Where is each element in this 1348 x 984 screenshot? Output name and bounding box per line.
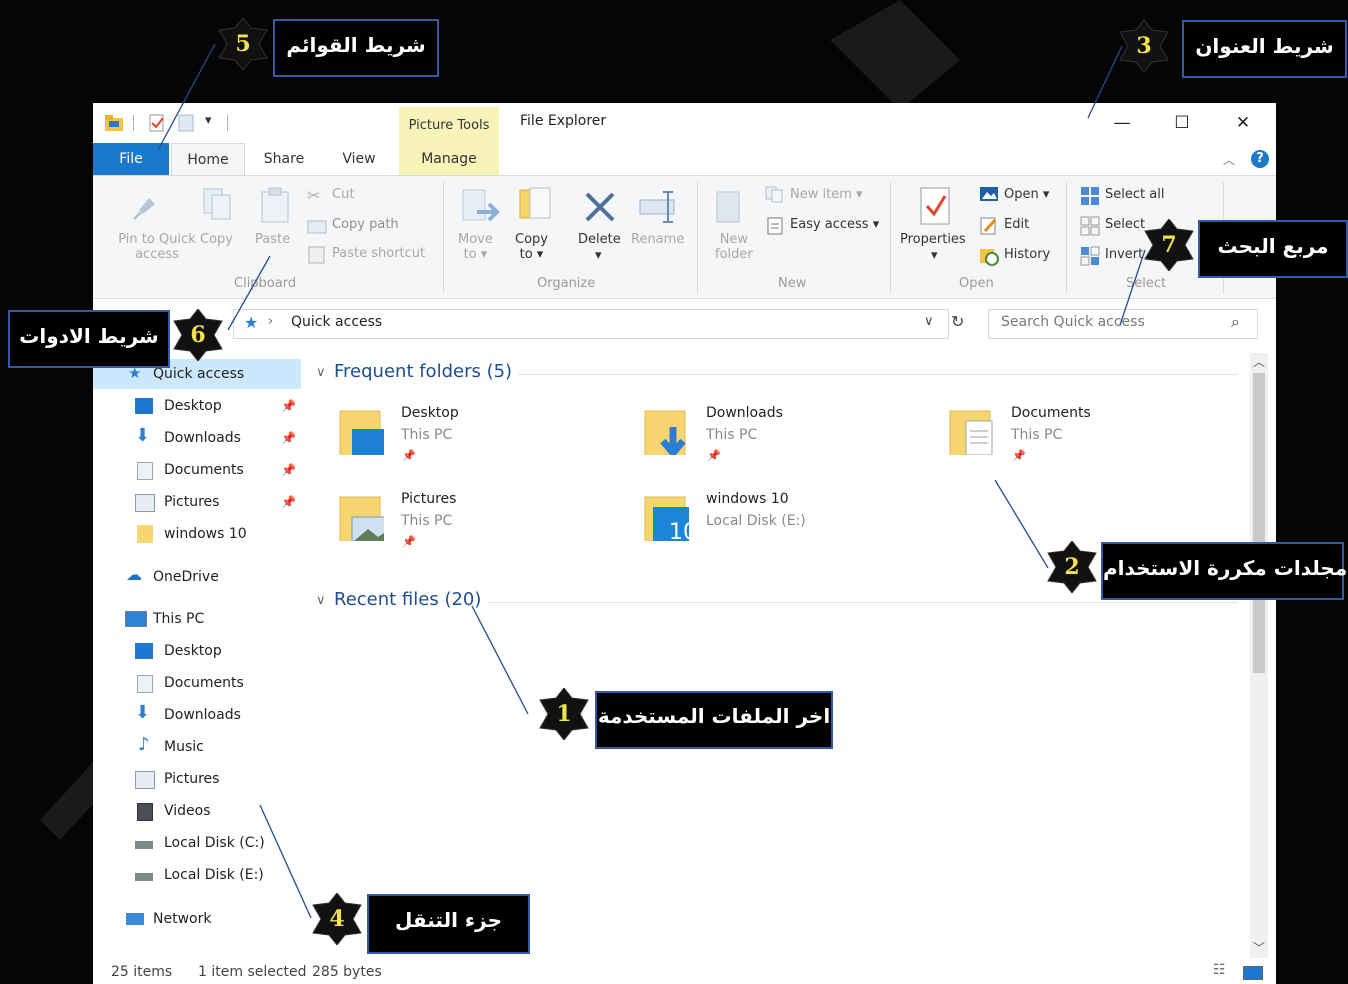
callout-badge-4: 4: [311, 893, 363, 945]
callout-badge-6: 6: [172, 309, 224, 361]
badge-number: 5: [235, 31, 251, 57]
callout-title-bar: شريط العنوان: [1182, 20, 1347, 78]
callout-badge-7: 7: [1143, 219, 1195, 271]
callout-badge-2: 2: [1046, 541, 1098, 593]
badge-number: 6: [190, 322, 206, 348]
callout-search-box: مربع البحث: [1198, 220, 1348, 278]
callout-badge-1: 1: [538, 688, 590, 740]
callout-recent-files: اخر الملفات المستخدمة: [595, 691, 833, 749]
badge-number: 2: [1064, 554, 1080, 580]
callout-toolbar: شريط الادوات: [8, 310, 170, 368]
badge-number: 7: [1161, 232, 1177, 258]
callout-navigation-pane: جزء التنقل: [367, 894, 530, 954]
callout-connectors: [157, 43, 1146, 919]
badge-number: 1: [556, 701, 572, 727]
badge-number: 4: [329, 906, 345, 932]
callout-frequent-folders: مجلدات مكررة الاستخدام: [1101, 542, 1347, 600]
callout-menu-bar: شريط القوائم: [273, 19, 439, 77]
callout-badge-3: 3: [1118, 20, 1170, 72]
badge-number: 3: [1136, 33, 1152, 59]
callout-badge-5: 5: [217, 18, 269, 70]
